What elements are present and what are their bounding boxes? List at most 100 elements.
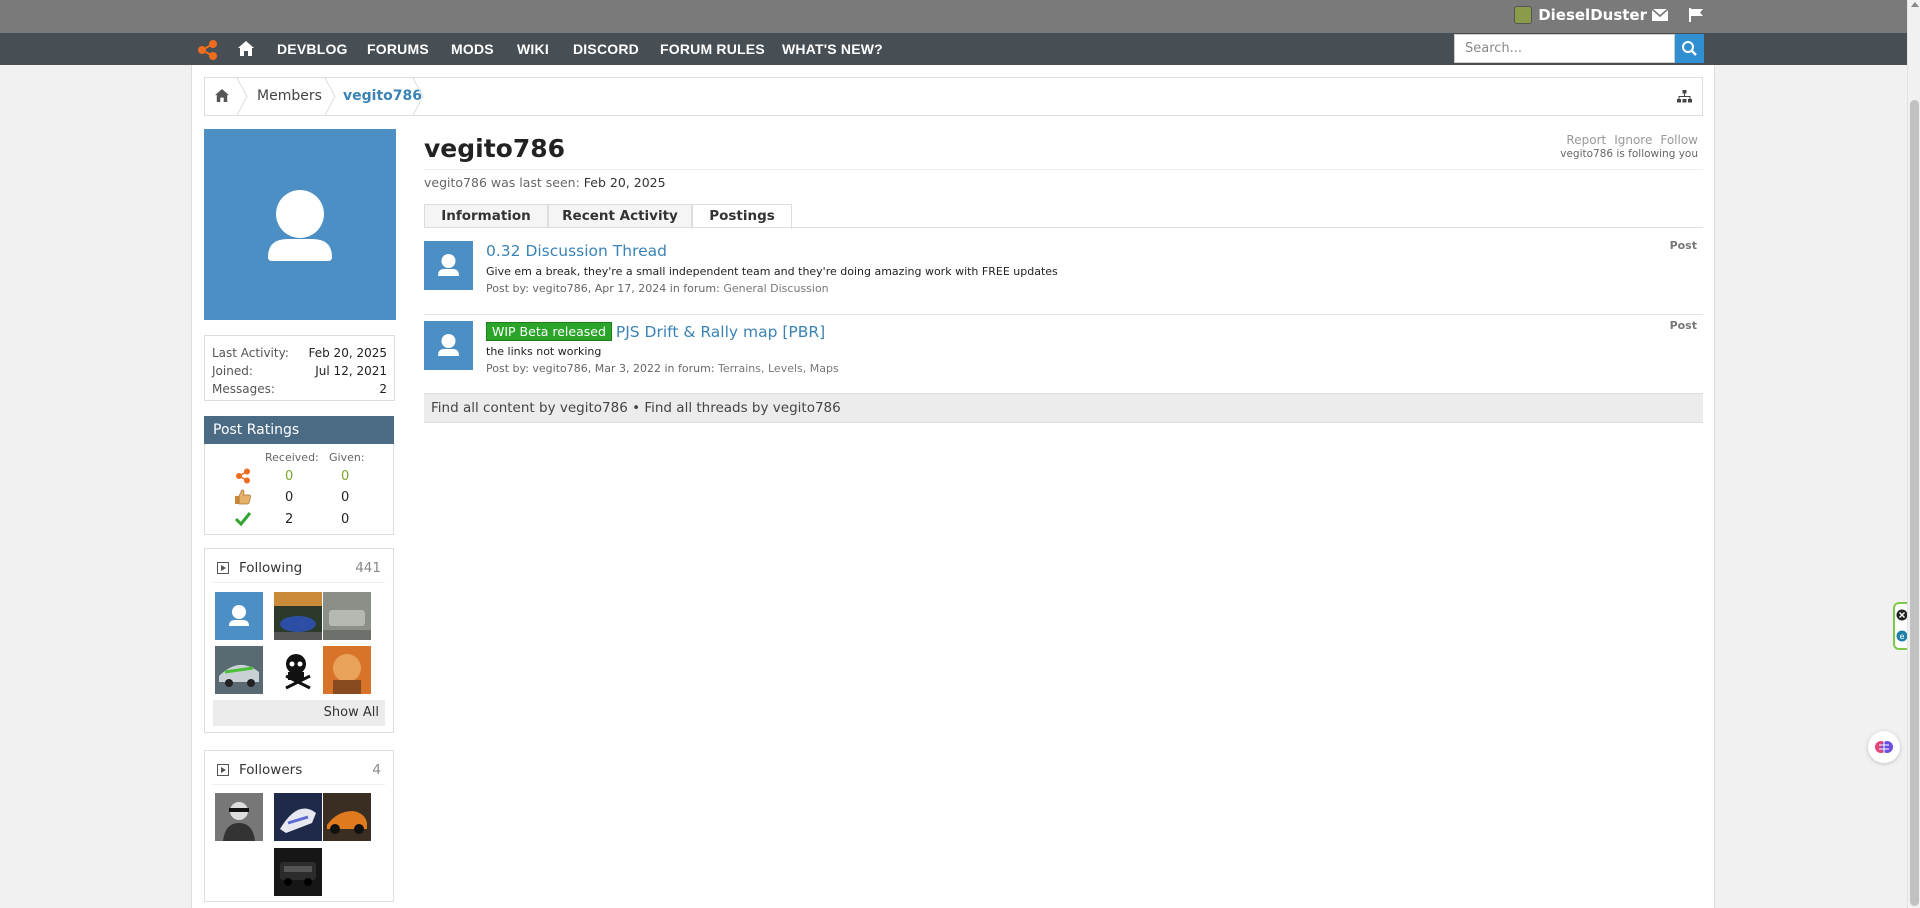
follower-avatar[interactable] [323,793,371,841]
nav-mods[interactable]: MODS [451,33,494,65]
stat-row: Joined: Jul 12, 2021 [212,364,387,378]
tab-information[interactable]: Information [424,204,548,228]
following-avatar[interactable] [323,592,371,640]
forum-link[interactable]: Terrains, Levels, Maps [718,362,839,375]
followers-title: Followers [239,762,303,778]
thumbs-up-icon [235,489,251,505]
following-avatar[interactable] [323,646,371,694]
last-seen: vegito786 was last seen: Feb 20, 2025 [424,175,666,190]
search-input[interactable]: Search... [1454,34,1675,63]
nav-wiki[interactable]: WIKI [517,33,549,65]
ratings-table: Received: Given: 0 0 0 0 2 0 [204,444,394,535]
brain-icon [1875,741,1893,753]
find-all-bar: Find all content by vegito786 • Find all… [424,393,1703,423]
divider [424,314,1703,315]
user-avatar [1514,6,1533,24]
show-all-button[interactable]: Show All [213,700,385,726]
play-icon [217,562,229,574]
follower-avatar[interactable] [215,793,263,841]
user-menu[interactable]: DieselDuster [1514,6,1647,24]
nav-whats-new[interactable]: WHAT'S NEW? [782,33,883,65]
following-avatar[interactable] [215,592,263,640]
tabs-divider [424,227,1703,228]
profile-actions: Report Ignore Follow vegito786 is followin… [1558,133,1698,160]
followers-box: Followers 4 [204,750,394,902]
followers-count: 4 [372,762,381,778]
post-snippet: the links not working [486,345,602,358]
envelope-icon[interactable] [1652,8,1668,22]
extension-side-widget[interactable]: e [1893,602,1908,650]
following-avatar[interactable] [274,592,322,640]
breadcrumb-home-icon[interactable] [215,89,229,102]
post-snippet: Give em a break, they're a small indepen… [486,265,1058,278]
following-you-note: vegito786 is following you [1560,148,1698,160]
svg-text:e: e [1900,632,1905,641]
given-header: Given: [329,451,365,464]
report-link[interactable]: Report [1566,133,1606,147]
following-avatar[interactable] [215,646,263,694]
find-all-content-link[interactable]: Find all content by vegito786 [431,400,628,416]
search-button[interactable] [1675,34,1704,63]
ai-assistant-button[interactable] [1868,731,1900,763]
scroll-up-arrow[interactable] [1911,2,1919,7]
following-avatar[interactable] [274,646,322,694]
rating-given: 0 [341,490,350,505]
post-title-link[interactable]: 0.32 Discussion Thread [486,242,667,260]
stat-row: Messages: 2 [212,382,387,396]
breadcrumb-current[interactable]: vegito786 [343,78,422,115]
ratings-header: Post Ratings [204,416,394,444]
breadcrumb-separator [236,78,248,115]
followers-header[interactable]: Followers 4 [213,759,385,785]
nav-discord[interactable]: DISCORD [573,33,639,65]
profile-avatar[interactable] [204,129,396,320]
rating-received: 2 [285,512,294,527]
follow-link[interactable]: Follow [1660,133,1698,147]
following-header[interactable]: Following 441 [213,557,385,583]
play-icon [217,764,229,776]
home-icon[interactable] [238,41,254,56]
scrollbar-thumb[interactable] [1910,100,1919,906]
top-bar: DieselDuster [0,0,1907,33]
follower-avatar[interactable] [274,793,322,841]
find-all-threads-link[interactable]: Find all threads by vegito786 [644,400,840,416]
following-title: Following [239,560,303,576]
content-type-label: Post [1669,239,1697,252]
received-header: Received: [265,451,319,464]
flag-icon[interactable] [1688,8,1704,22]
post-avatar[interactable] [424,321,473,370]
site-logo-icon[interactable] [196,39,220,61]
ignore-link[interactable]: Ignore [1614,133,1652,147]
breadcrumb-separator [412,78,424,115]
nav-forums[interactable]: FORUMS [367,33,429,65]
post-meta: Post by: vegito786, Mar 3, 2022 in forum… [486,362,839,375]
post-title-link[interactable]: WIP Beta released PJS Drift & Rally map [… [486,322,825,341]
tab-postings[interactable]: Postings [692,204,792,229]
forum-link[interactable]: General Discussion [723,282,828,295]
nav-devblog[interactable]: DEVBLOG [277,33,348,65]
member-stats: Last Activity: Feb 20, 2025 Joined: Jul 12… [204,335,395,401]
username: DieselDuster [1538,6,1647,24]
default-user-icon [268,190,332,261]
bmg-logo-icon [236,468,250,484]
post-meta: Post by: vegito786, Apr 17, 2024 in foru… [486,282,829,295]
post-avatar[interactable] [424,241,473,290]
search-icon [1682,41,1697,56]
follower-avatar[interactable] [274,848,322,896]
last-seen-date: Feb 20, 2025 [583,175,666,190]
tab-recent-activity[interactable]: Recent Activity [548,204,692,228]
divider [424,169,1703,170]
page-scrollbar[interactable] [1907,0,1920,908]
prefix-badge: WIP Beta released [486,322,612,341]
rating-given: 0 [341,512,350,527]
checkmark-icon [234,512,252,527]
rating-received: 0 [285,490,294,505]
sitemap-icon[interactable] [1677,90,1692,103]
breadcrumb-members[interactable]: Members [257,78,322,115]
page-container [191,65,1715,908]
stat-row: Last Activity: Feb 20, 2025 [212,346,387,360]
nav-forum-rules[interactable]: FORUM RULES [660,33,765,65]
rating-received: 0 [285,469,294,484]
rating-given: 0 [341,469,350,484]
following-box: Following 441 Show All [204,548,394,733]
breadcrumb: Members vegito786 [204,77,1703,116]
